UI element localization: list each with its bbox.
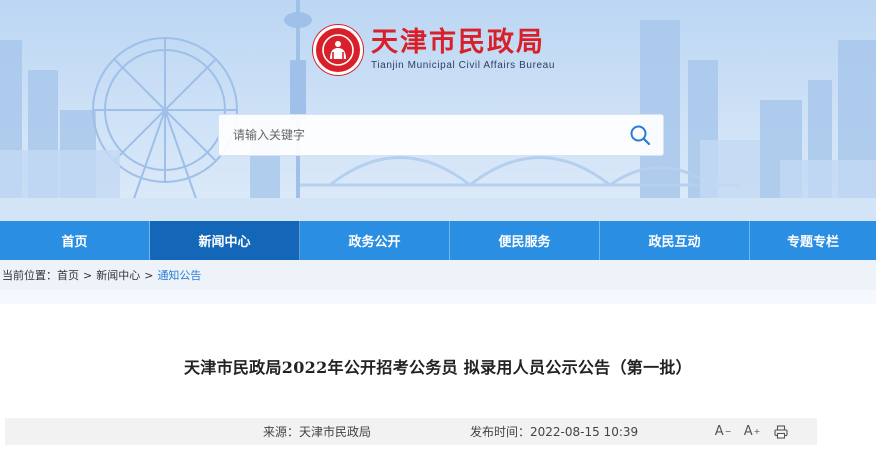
site-title: 天津市民政局: [371, 27, 545, 58]
content-top-gutter: [0, 290, 876, 304]
breadcrumb-home[interactable]: 首页: [57, 267, 79, 283]
civil-affairs-emblem-icon: [313, 25, 363, 75]
search-input[interactable]: [219, 115, 617, 155]
nav-item-interaction[interactable]: 政民互动: [600, 221, 750, 260]
breadcrumb-notices[interactable]: 通知公告: [157, 267, 201, 283]
article-source: 来源：天津市民政局: [263, 425, 372, 439]
nav-item-news-center[interactable]: 新闻中心: [150, 221, 300, 260]
article-title: 天津市民政局2022年公开招考公务员 拟录用人员公示公告（第一批）: [183, 358, 692, 377]
nav-item-special-topics[interactable]: 专题专栏: [750, 221, 876, 260]
breadcrumb-news-center[interactable]: 新闻中心: [96, 267, 140, 283]
nav-item-government-affairs[interactable]: 政务公开: [300, 221, 450, 260]
article-tools: A − A +: [713, 422, 791, 442]
breadcrumb: 当前位置： 首页 > 新闻中心 > 通知公告: [0, 260, 876, 290]
nav-item-public-services[interactable]: 便民服务: [450, 221, 600, 260]
site-subtitle: Tianjin Municipal Civil Affairs Bureau: [371, 60, 555, 71]
search-button[interactable]: [617, 115, 663, 155]
font-size-decrease-icon[interactable]: A −: [713, 422, 733, 442]
breadcrumb-separator: >: [83, 268, 93, 282]
breadcrumb-prefix: 当前位置：: [2, 269, 57, 282]
site-logo[interactable]: 天津市民政局 Tianjin Municipal Civil Affairs B…: [313, 22, 555, 78]
main-nav: 首页 新闻中心 政务公开 便民服务 政民互动 专题专栏: [0, 221, 876, 260]
print-icon[interactable]: [771, 422, 791, 442]
search-icon: [630, 125, 651, 146]
nav-item-home[interactable]: 首页: [0, 221, 150, 260]
header-banner: 天津市民政局 Tianjin Municipal Civil Affairs B…: [0, 0, 876, 221]
article-meta-bar: 来源：天津市民政局 发布时间：2022-08-15 10:39 A − A +: [5, 418, 817, 445]
breadcrumb-separator: >: [144, 268, 154, 282]
search-box: [218, 114, 664, 156]
font-size-increase-icon[interactable]: A +: [742, 422, 762, 442]
article-publish-time: 发布时间：2022-08-15 10:39: [470, 425, 639, 439]
